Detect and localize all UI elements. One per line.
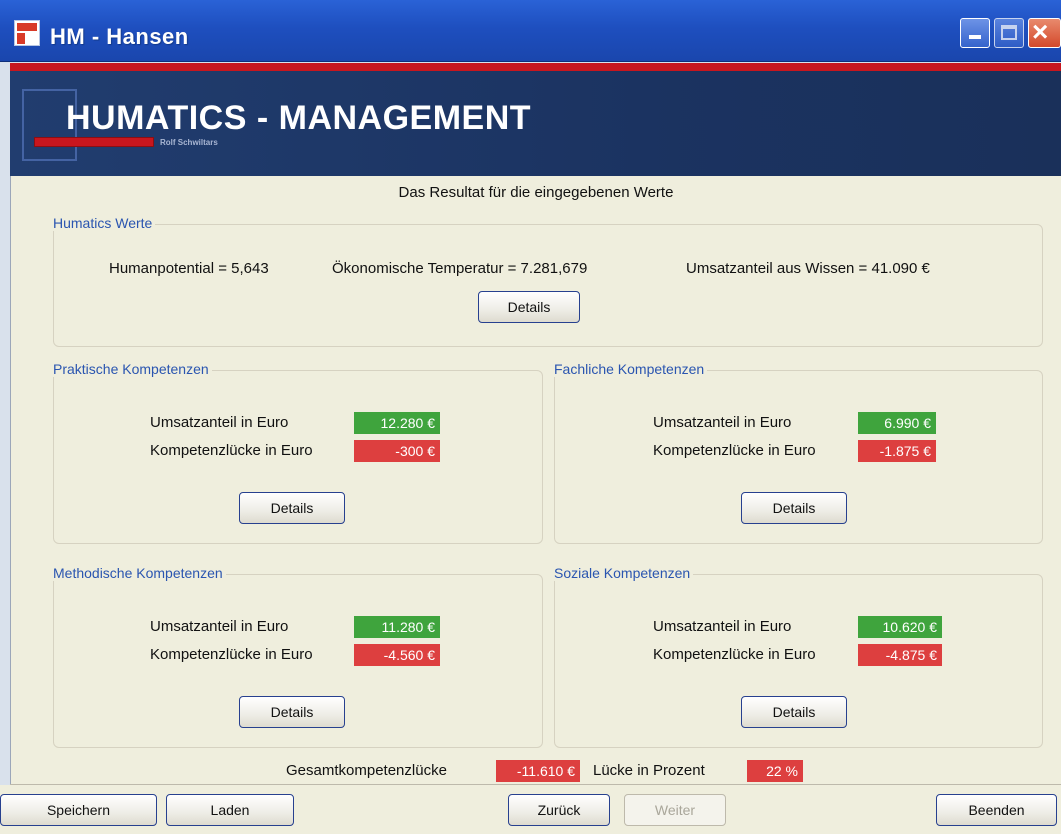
luecke-prozent-label: Lücke in Prozent <box>593 762 705 779</box>
page-heading: Das Resultat für die eingegebenen Werte <box>398 184 674 201</box>
umsatzanteil-label: Umsatzanteil in Euro <box>150 414 289 431</box>
umsatzanteil-label: Umsatzanteil in Euro <box>653 618 792 635</box>
kompetenzluecke-value: -1.875 € <box>858 440 936 462</box>
praktisch-details-button[interactable]: Details <box>239 492 345 524</box>
beenden-button[interactable]: Beenden <box>936 794 1057 826</box>
umsatzanteil-value: 10.620 € <box>858 616 942 638</box>
laden-button[interactable]: Laden <box>166 794 294 826</box>
temperatur-value: Ökonomische Temperatur = 7.281,679 <box>332 260 588 277</box>
weiter-button[interactable]: Weiter <box>624 794 726 826</box>
app-icon <box>14 20 40 46</box>
humanpotential-value: Humanpotential = 5,643 <box>109 260 269 277</box>
group-methodische-kompetenzen: Methodische Kompetenzen Umsatzanteil in … <box>50 565 543 748</box>
sozial-details-button[interactable]: Details <box>741 696 847 728</box>
umsatzanteil-wissen-value: Umsatzanteil aus Wissen = 41.090 € <box>686 260 930 277</box>
close-button[interactable]: × <box>1028 16 1061 48</box>
title-bar[interactable]: HM - Hansen × <box>0 0 1061 62</box>
kompetenzluecke-value: -4.875 € <box>858 644 942 666</box>
close-icon: × <box>1032 16 1049 47</box>
group-humatics-werte: Humatics Werte Humanpotential = 5,643 Ök… <box>50 215 1043 347</box>
fachlich-details-button[interactable]: Details <box>741 492 847 524</box>
result-panel: Das Resultat für die eingegebenen Werte … <box>10 176 1061 786</box>
banner-title: HUMATICS - MANAGEMENT <box>66 99 532 137</box>
umsatzanteil-label: Umsatzanteil in Euro <box>653 414 792 431</box>
zurueck-button[interactable]: Zurück <box>508 794 610 826</box>
maximize-icon <box>1001 25 1017 40</box>
minimize-button[interactable] <box>960 18 990 48</box>
app-banner: HUMATICS - MANAGEMENT Rolf Schwiltars <box>10 71 1061 176</box>
kompetenzluecke-label: Kompetenzlücke in Euro <box>653 442 816 459</box>
luecke-prozent-value: 22 % <box>747 760 803 782</box>
window-title: HM - Hansen <box>50 24 189 49</box>
kompetenzluecke-label: Kompetenzlücke in Euro <box>653 646 816 663</box>
kompetenzluecke-value: -4.560 € <box>354 644 440 666</box>
group-praktische-kompetenzen: Praktische Kompetenzen Umsatzanteil in E… <box>50 361 543 544</box>
methodisch-details-button[interactable]: Details <box>239 696 345 728</box>
gesamtkompetenzluecke-label: Gesamtkompetenzlücke <box>286 762 447 779</box>
speichern-button[interactable]: Speichern <box>0 794 157 826</box>
kompetenzluecke-label: Kompetenzlücke in Euro <box>150 646 313 663</box>
group-label: Methodische Kompetenzen <box>50 565 226 581</box>
group-label: Praktische Kompetenzen <box>50 361 212 377</box>
umsatzanteil-label: Umsatzanteil in Euro <box>150 618 289 635</box>
group-fachliche-kompetenzen: Fachliche Kompetenzen Umsatzanteil in Eu… <box>551 361 1043 544</box>
umsatzanteil-value: 11.280 € <box>354 616 440 638</box>
minimize-icon <box>969 35 981 39</box>
kompetenzluecke-value: -300 € <box>354 440 440 462</box>
maximize-button[interactable] <box>994 18 1024 48</box>
accent-stripe <box>10 63 1061 71</box>
kompetenzluecke-label: Kompetenzlücke in Euro <box>150 442 313 459</box>
group-label: Humatics Werte <box>50 215 156 231</box>
umsatzanteil-value: 6.990 € <box>858 412 936 434</box>
logo-red-bar <box>34 137 154 147</box>
group-label: Fachliche Kompetenzen <box>551 361 708 377</box>
banner-subtitle: Rolf Schwiltars <box>160 138 218 147</box>
group-soziale-kompetenzen: Soziale Kompetenzen Umsatzanteil in Euro… <box>551 565 1043 748</box>
humatics-details-button[interactable]: Details <box>478 291 580 323</box>
gesamtkompetenzluecke-value: -11.610 € <box>496 760 580 782</box>
umsatzanteil-value: 12.280 € <box>354 412 440 434</box>
footer-toolbar: Speichern Laden Zurück Weiter Beenden <box>0 785 1061 834</box>
group-label: Soziale Kompetenzen <box>551 565 694 581</box>
